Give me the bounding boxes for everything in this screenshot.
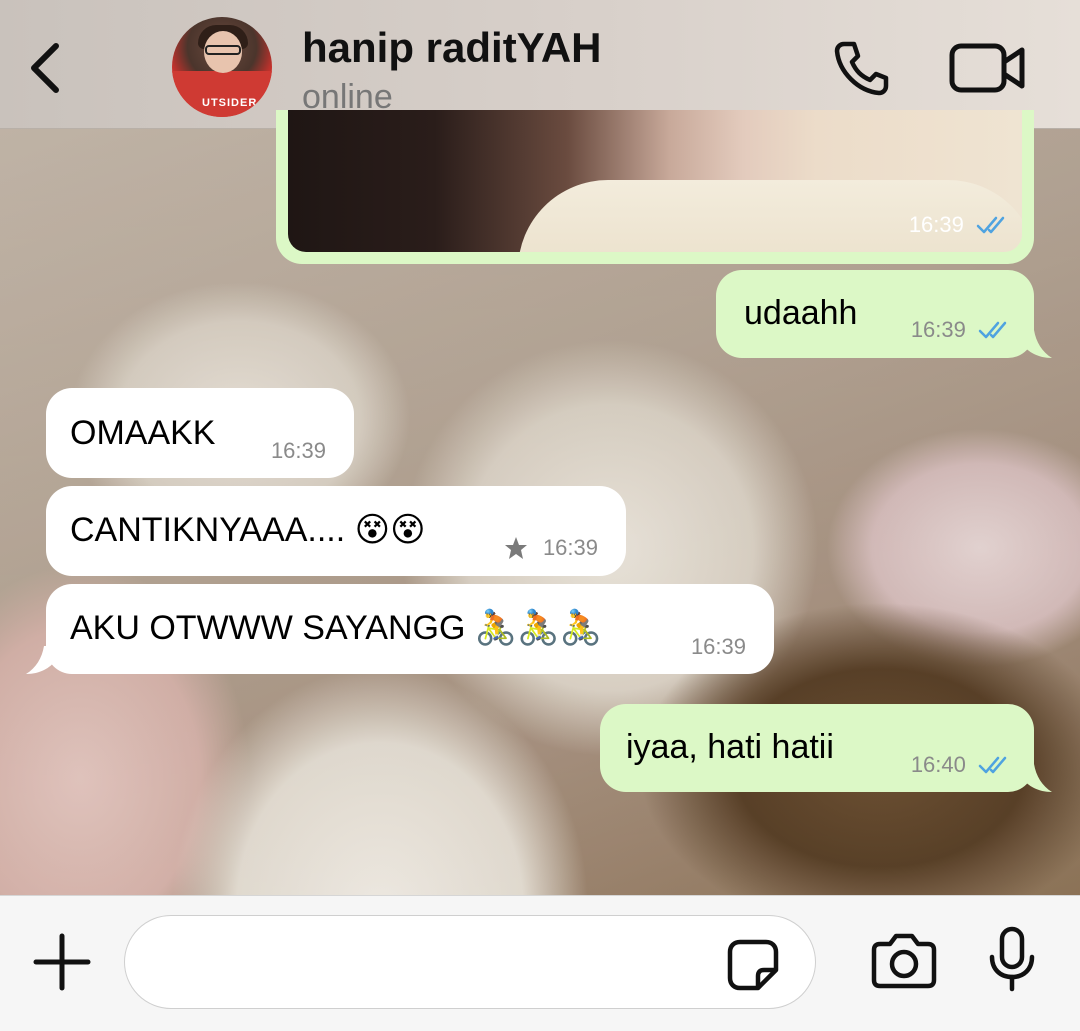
message-meta: 16:40 [911,751,1012,778]
message-time: 16:40 [910,752,966,778]
message-meta: 16:39 [691,633,746,660]
sticker-icon [727,939,779,991]
star-icon [504,537,527,560]
message-input[interactable] [124,915,816,1009]
message-time: 16:39 [910,317,966,343]
bubble-tail [26,646,56,674]
video-camera-icon [949,43,1025,93]
double-check-icon [978,756,1007,774]
image-message[interactable]: 16:39 [276,110,1034,264]
message-text: AKU OTWWW SAYANGG 🚴🚴🚴 [70,609,602,647]
back-button[interactable] [24,36,72,100]
message-meta: 16:39 [911,316,1012,343]
double-check-icon [976,216,1005,234]
message-time: 16:39 [690,634,746,660]
message-text: iyaa, hati hatii [626,728,834,766]
message-time: 16:39 [542,535,598,561]
microphone-icon [989,926,1035,992]
video-call-button[interactable] [948,40,1028,96]
outgoing-message[interactable]: udaahh 16:39 [716,270,1034,358]
message-meta: 16:39 [909,211,1010,238]
microphone-button[interactable] [986,925,1038,993]
sticker-button[interactable] [726,938,780,992]
attach-button[interactable] [30,930,94,994]
bubble-tail [1022,764,1052,792]
avatar-shirt-text: UTSIDER [202,97,258,109]
incoming-message[interactable]: OMAAKK 16:39 [46,388,354,478]
camera-button[interactable] [870,930,938,990]
double-check-icon [978,321,1007,339]
message-text: udaahh [744,294,858,332]
message-text: CANTIKNYAAA.... 😵😵 [70,511,426,549]
message-meta: 16:39 [503,534,598,561]
incoming-message[interactable]: CANTIKNYAAA.... 😵😵 16:39 [46,486,626,576]
phone-icon [834,41,889,96]
contact-name[interactable]: hanip raditYAH [302,24,602,72]
voice-call-button[interactable] [828,36,892,100]
plus-icon [33,933,91,991]
contact-avatar[interactable]: UTSIDER [172,17,272,117]
message-time: 16:39 [908,212,964,237]
message-meta: 16:39 [271,437,326,464]
message-text: OMAAKK [70,414,216,452]
incoming-message[interactable]: AKU OTWWW SAYANGG 🚴🚴🚴 16:39 [46,584,774,674]
message-time: 16:39 [270,438,326,464]
outgoing-message[interactable]: iyaa, hati hatii 16:40 [600,704,1034,792]
camera-icon [871,933,937,989]
chevron-left-icon [31,43,59,93]
bubble-tail [1022,330,1052,358]
